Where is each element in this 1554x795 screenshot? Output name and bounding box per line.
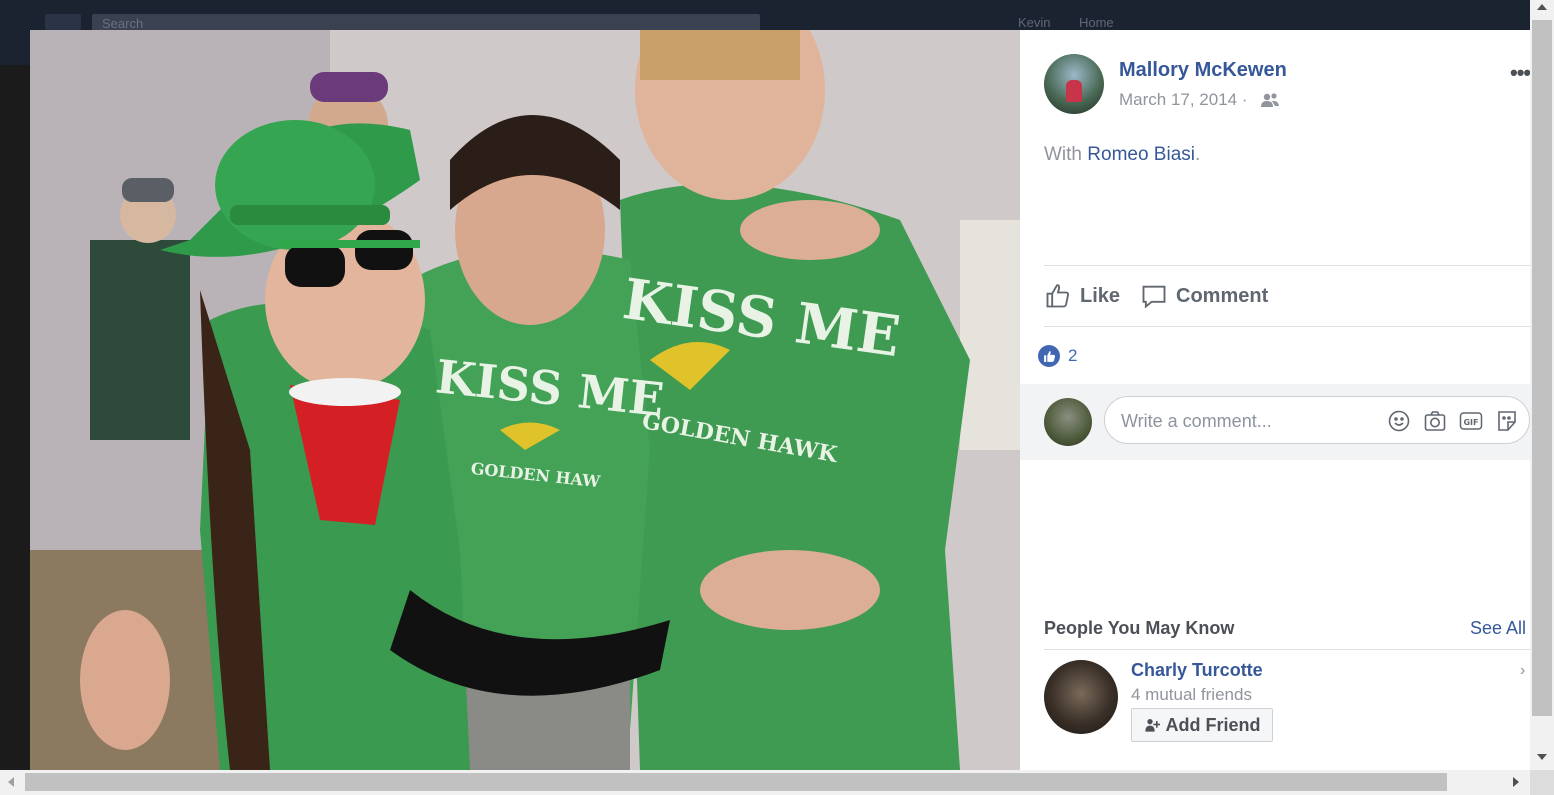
add-friend-label: Add Friend bbox=[1165, 714, 1261, 735]
post-caption: With Romeo Biasi. bbox=[1044, 144, 1200, 166]
background-user-nav: Kevin Home bbox=[1018, 14, 1418, 30]
suggested-friend-name[interactable]: Charly Turcotte bbox=[1131, 660, 1263, 681]
background-user-name: Kevin bbox=[1018, 15, 1051, 30]
more-options-button[interactable]: ••• bbox=[1510, 60, 1531, 86]
horizontal-scrollbar[interactable] bbox=[0, 770, 1530, 795]
emoji-icon[interactable] bbox=[1387, 409, 1411, 433]
tagged-person-link[interactable]: Romeo Biasi bbox=[1087, 144, 1195, 165]
friends-icon[interactable] bbox=[1260, 92, 1280, 108]
like-button[interactable]: Like bbox=[1044, 280, 1120, 312]
thumbs-up-icon bbox=[1046, 284, 1069, 308]
camera-icon[interactable] bbox=[1423, 409, 1447, 433]
comment-bubble-icon bbox=[1142, 285, 1166, 309]
comment-button[interactable]: Comment bbox=[1140, 280, 1268, 312]
pymk-heading: People You May Know bbox=[1044, 618, 1235, 638]
divider bbox=[1044, 265, 1530, 266]
background-dim bbox=[0, 65, 30, 770]
like-reaction-icon bbox=[1038, 345, 1060, 367]
scroll-up-icon[interactable] bbox=[1537, 4, 1547, 10]
current-user-avatar bbox=[1044, 398, 1092, 446]
party-photo: KISS ME KISS ME GOLDEN HAWK GOLDEN HAW bbox=[30, 30, 1020, 770]
author-name-link[interactable]: Mallory McKewen bbox=[1119, 59, 1287, 82]
comment-composer: GIF bbox=[1020, 384, 1530, 460]
background-search-placeholder: Search bbox=[102, 16, 144, 31]
horizontal-scroll-thumb[interactable] bbox=[25, 773, 1447, 791]
scroll-left-icon[interactable] bbox=[8, 777, 14, 787]
facebook-logo-icon bbox=[45, 14, 81, 30]
post-side-panel: Mallory McKewen March 17, 2014 · ••• Wit… bbox=[1020, 30, 1531, 770]
sticker-icon[interactable] bbox=[1495, 409, 1519, 433]
divider bbox=[1044, 649, 1530, 650]
reaction-count: 2 bbox=[1068, 346, 1078, 365]
caption-suffix: . bbox=[1195, 144, 1201, 165]
photo-viewer[interactable]: KISS ME KISS ME GOLDEN HAWK GOLDEN HAW bbox=[30, 30, 1020, 770]
gif-icon[interactable]: GIF bbox=[1459, 409, 1483, 433]
suggested-friend-avatar[interactable] bbox=[1044, 660, 1118, 734]
post-date-link[interactable]: March 17, 2014 · bbox=[1119, 90, 1248, 110]
background-home-link: Home bbox=[1078, 15, 1114, 30]
vertical-scrollbar[interactable] bbox=[1530, 0, 1554, 770]
comment-label: Comment bbox=[1176, 284, 1269, 307]
divider bbox=[1044, 326, 1530, 327]
add-friend-button[interactable]: Add Friend bbox=[1131, 708, 1273, 742]
like-label: Like bbox=[1080, 284, 1121, 307]
comment-input-wrapper[interactable]: GIF bbox=[1104, 396, 1530, 444]
see-all-link[interactable]: See All bbox=[1470, 618, 1526, 639]
scrollbar-corner bbox=[1530, 770, 1554, 795]
background-search-bar: Search bbox=[92, 14, 760, 31]
reactions-summary[interactable]: 2 bbox=[1038, 345, 1077, 367]
caption-prefix: With bbox=[1044, 144, 1088, 165]
add-friend-icon bbox=[1144, 719, 1160, 732]
svg-text:GIF: GIF bbox=[1463, 418, 1478, 427]
mutual-friends-count[interactable]: 4 mutual friends bbox=[1131, 685, 1252, 705]
author-avatar[interactable] bbox=[1044, 54, 1104, 114]
scroll-down-icon[interactable] bbox=[1537, 754, 1547, 760]
comment-input[interactable] bbox=[1119, 409, 1373, 433]
vertical-scroll-thumb[interactable] bbox=[1532, 20, 1552, 716]
chevron-right-icon[interactable]: › bbox=[1520, 662, 1525, 680]
scroll-right-icon[interactable] bbox=[1513, 777, 1519, 787]
